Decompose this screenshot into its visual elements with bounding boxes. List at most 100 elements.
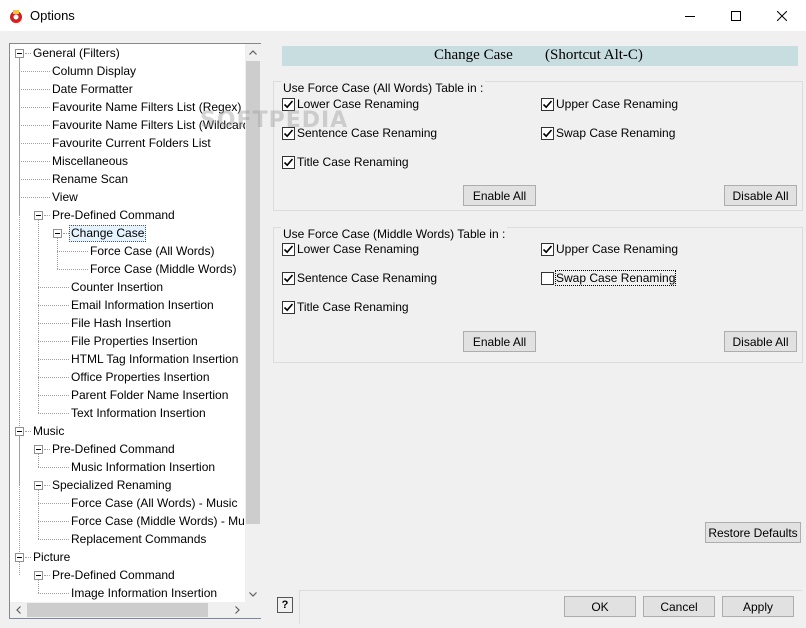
apply-button[interactable]: Apply xyxy=(722,596,794,617)
tree-connector xyxy=(19,107,50,108)
tree-connector xyxy=(44,575,50,576)
all-disable-all-button[interactable]: Disable All xyxy=(724,185,797,206)
middle-enable-all-button[interactable]: Enable All xyxy=(463,331,536,352)
checkbox-box[interactable] xyxy=(541,271,554,285)
tree-connector xyxy=(19,562,20,575)
restore-defaults-button[interactable]: Restore Defaults xyxy=(705,522,801,543)
middle-swap-case-checkbox[interactable]: Swap Case Renaming xyxy=(541,270,677,286)
tree-item-label[interactable]: Miscellaneous xyxy=(50,153,130,170)
tree-item-label[interactable]: Force Case (All Words) xyxy=(88,243,216,260)
section-title: Change Case xyxy=(434,47,513,63)
collapse-icon[interactable] xyxy=(15,553,24,562)
tree-connector xyxy=(38,490,39,539)
middle-upper-case-checkbox[interactable]: Upper Case Renaming xyxy=(541,242,678,256)
tree-item-label[interactable]: Counter Insertion xyxy=(69,279,165,296)
checkbox-box[interactable] xyxy=(541,97,554,111)
tree-connector xyxy=(19,143,50,144)
maximize-button[interactable] xyxy=(713,0,759,31)
tree-item-label[interactable]: Replacement Commands xyxy=(69,531,208,548)
tree-item-label[interactable]: File Hash Insertion xyxy=(69,315,173,332)
tree-connector xyxy=(38,377,69,378)
checkbox-box[interactable] xyxy=(282,242,295,256)
tree-item-label[interactable]: Pre-Defined Command xyxy=(50,441,177,458)
all-title-case-checkbox[interactable]: Title Case Renaming xyxy=(282,155,409,169)
tree-item-label[interactable]: Parent Folder Name Insertion xyxy=(69,387,230,404)
tree-item-label[interactable]: View xyxy=(50,189,80,206)
scroll-right-icon[interactable] xyxy=(229,602,245,618)
tree-connector xyxy=(38,359,69,360)
help-button[interactable]: ? xyxy=(277,597,293,613)
tree-item-label[interactable]: Pre-Defined Command xyxy=(50,567,177,584)
all-upper-case-checkbox[interactable]: Upper Case Renaming xyxy=(541,97,678,111)
tree-connector xyxy=(38,395,69,396)
tree-item-label[interactable]: Favourite Current Folders List xyxy=(50,135,213,152)
tree-connector xyxy=(38,323,69,324)
collapse-icon[interactable] xyxy=(34,445,43,454)
all-swap-case-checkbox[interactable]: Swap Case Renaming xyxy=(541,126,675,140)
tree-item-label[interactable]: Date Formatter xyxy=(50,81,135,98)
ok-button[interactable]: OK xyxy=(564,596,636,617)
middle-sentence-case-checkbox[interactable]: Sentence Case Renaming xyxy=(282,271,437,285)
checkbox-box[interactable] xyxy=(282,271,295,285)
tree-item-label[interactable]: Music xyxy=(31,423,66,440)
tree-connector xyxy=(38,521,69,522)
checkbox-box[interactable] xyxy=(541,126,554,140)
tree-connector xyxy=(38,580,39,593)
tree-item-label[interactable]: Force Case (Middle Words) - Mu xyxy=(69,513,245,530)
close-button[interactable] xyxy=(759,0,805,31)
scroll-up-icon[interactable] xyxy=(245,44,261,60)
tree-connector xyxy=(38,220,39,413)
tree-item-label[interactable]: Specialized Renaming xyxy=(50,477,173,494)
tree-connector xyxy=(19,71,50,72)
collapse-icon[interactable] xyxy=(15,49,24,58)
tree-item-label[interactable]: Force Case (All Words) - Music xyxy=(69,495,239,512)
tree-item-label[interactable]: Rename Scan xyxy=(50,171,130,188)
tree-connector xyxy=(19,125,50,126)
tree-connector xyxy=(19,161,50,162)
tree-item-label[interactable]: Office Properties Insertion xyxy=(69,369,212,386)
tree-connector xyxy=(38,413,69,414)
tree-connector xyxy=(44,485,50,486)
tree-connector xyxy=(38,287,69,288)
middle-lower-case-checkbox[interactable]: Lower Case Renaming xyxy=(282,242,419,256)
collapse-icon[interactable] xyxy=(34,571,43,580)
checkbox-box[interactable] xyxy=(282,300,295,314)
watermark: SOFTPEDIA xyxy=(200,108,349,133)
tree-connector xyxy=(63,233,69,234)
tree-item-label[interactable]: HTML Tag Information Insertion xyxy=(69,351,240,368)
middle-title-case-checkbox[interactable]: Title Case Renaming xyxy=(282,300,409,314)
tree-item-label[interactable]: General (Filters) xyxy=(31,45,122,62)
collapse-icon[interactable] xyxy=(34,211,43,220)
tree-item-label[interactable]: Pre-Defined Command xyxy=(50,207,177,224)
scroll-down-icon[interactable] xyxy=(245,586,261,602)
tree-connector xyxy=(25,431,31,432)
collapse-icon[interactable] xyxy=(53,229,62,238)
tree-horizontal-scrollbar[interactable] xyxy=(10,602,245,618)
tree-item-label[interactable]: Email Information Insertion xyxy=(69,297,216,314)
collapse-icon[interactable] xyxy=(15,427,24,436)
collapse-icon[interactable] xyxy=(34,481,43,490)
checkbox-box[interactable] xyxy=(541,242,554,256)
tree-item-label[interactable]: Image Information Insertion xyxy=(69,585,219,602)
tree-item-label[interactable]: Change Case xyxy=(69,225,147,242)
scroll-left-icon[interactable] xyxy=(10,602,26,618)
tree-connector xyxy=(19,197,50,198)
tree-item-label[interactable]: Text Information Insertion xyxy=(69,405,208,422)
tree-item-label[interactable]: Picture xyxy=(31,549,72,566)
tree-item-label[interactable]: File Properties Insertion xyxy=(69,333,200,350)
tree-connector xyxy=(38,454,39,467)
tree-connector xyxy=(38,503,69,504)
cancel-button[interactable]: Cancel xyxy=(643,596,715,617)
tree-connector xyxy=(25,557,31,558)
tree-item-label[interactable]: Force Case (Middle Words) xyxy=(88,261,238,278)
tree-item-label[interactable]: Music Information Insertion xyxy=(69,459,217,476)
checkbox-box[interactable] xyxy=(282,155,295,169)
minimize-button[interactable] xyxy=(667,0,713,31)
tree-connector xyxy=(19,179,50,180)
middle-disable-all-button[interactable]: Disable All xyxy=(724,331,797,352)
tree-item-label[interactable]: Column Display xyxy=(50,63,138,80)
tree-connector xyxy=(38,467,69,468)
tree-horizontal-thumb[interactable] xyxy=(27,603,208,617)
all-enable-all-button[interactable]: Enable All xyxy=(463,185,536,206)
section-shortcut: (Shortcut Alt-C) xyxy=(545,47,643,63)
